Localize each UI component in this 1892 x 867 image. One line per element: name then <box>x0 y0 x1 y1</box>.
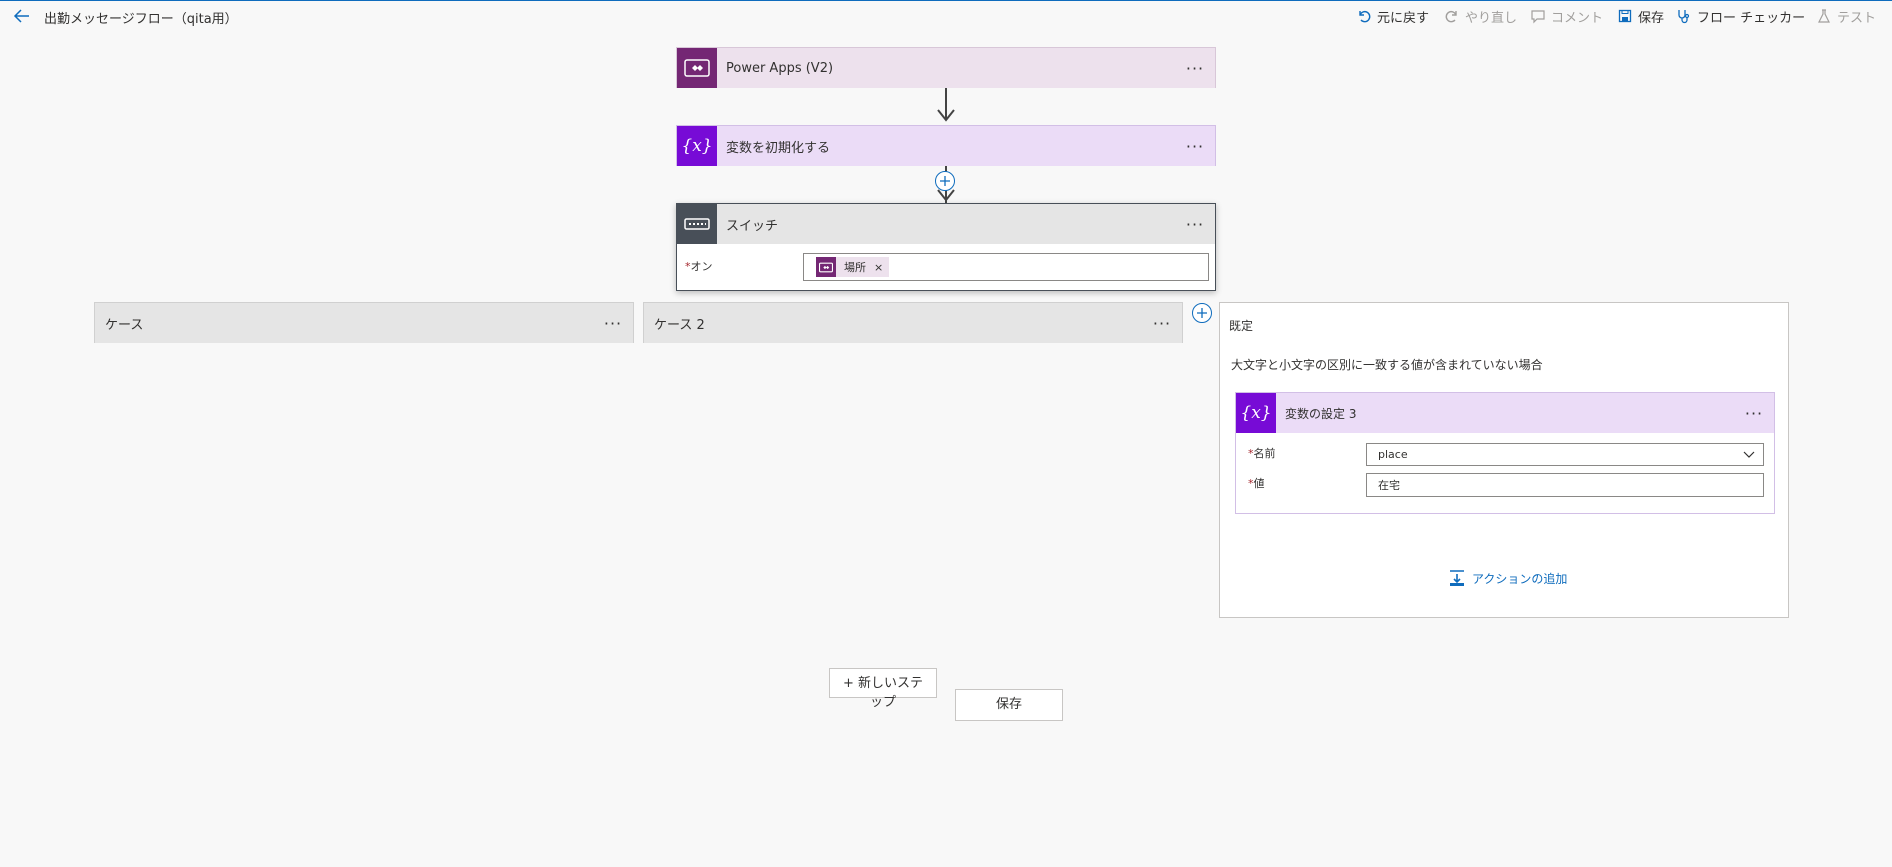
powerapps-icon <box>816 257 836 277</box>
redo-icon <box>1445 10 1457 23</box>
flow-checker-button[interactable]: フロー チェッカー <box>1676 7 1806 26</box>
stethoscope-icon <box>1678 10 1690 24</box>
flow-checker-label: フロー チェッカー <box>1697 10 1806 26</box>
redo-label: やり直し <box>1465 10 1518 26</box>
case-2-more-button[interactable]: ··· <box>1142 314 1182 333</box>
set-variable-card[interactable]: {x} 変数の設定 3 ··· *名前 place *値 在宅 <box>1235 392 1775 514</box>
footer-save-label: 保存 <box>995 697 1022 712</box>
case-card[interactable]: ケース ··· <box>94 302 634 343</box>
switch-card[interactable]: スイッチ ··· *オン 場所 × <box>676 203 1216 291</box>
powerapps-icon <box>677 48 717 88</box>
trigger-card[interactable]: Power Apps (V2) ··· <box>676 47 1216 88</box>
arrow-down-icon <box>937 189 955 202</box>
test-label: テスト <box>1837 10 1877 26</box>
flow-title: 出勤メッセージフロー（qita用） <box>44 12 238 27</box>
save-button[interactable]: 保存 <box>1617 7 1665 26</box>
comment-label: コメント <box>1551 10 1604 26</box>
footer-save-button[interactable]: 保存 <box>955 689 1063 721</box>
default-case-description: 大文字と小文字の区別に一致する値が含まれていない場合 <box>1231 358 1543 372</box>
undo-button[interactable]: 元に戻す <box>1356 7 1430 26</box>
value-input[interactable]: 在宅 <box>1366 473 1764 497</box>
value-field-label: *値 <box>1248 477 1265 490</box>
case-card-header[interactable]: ケース ··· <box>95 303 633 343</box>
init-variable-card[interactable]: {x} 変数を初期化する ··· <box>676 125 1216 166</box>
new-step-button[interactable]: + 新しいステップ <box>829 668 937 710</box>
add-action-label: アクションの追加 <box>1472 571 1568 586</box>
flask-icon <box>1818 9 1830 23</box>
switch-icon <box>677 204 717 244</box>
trigger-card-header[interactable]: Power Apps (V2) ··· <box>677 48 1215 88</box>
test-button[interactable]: テスト <box>1816 7 1877 26</box>
switch-more-button[interactable]: ··· <box>1175 215 1215 234</box>
case-title: ケース <box>105 317 144 333</box>
trigger-title: Power Apps (V2) <box>726 60 834 76</box>
case-2-title: ケース 2 <box>654 317 705 333</box>
plus-icon <box>1197 308 1207 318</box>
variable-icon: {x} <box>1236 393 1276 433</box>
init-variable-title: 変数を初期化する <box>726 140 831 156</box>
add-case-button[interactable] <box>1192 303 1212 323</box>
chevron-down-icon <box>1743 451 1755 458</box>
undo-icon <box>1359 10 1371 23</box>
default-case-container: 既定 大文字と小文字の区別に一致する値が含まれていない場合 {x} 変数の設定 … <box>1219 302 1789 618</box>
name-field-label: *名前 <box>1248 447 1276 460</box>
save-label: 保存 <box>1638 10 1665 26</box>
case-2-card-header[interactable]: ケース 2 ··· <box>644 303 1182 343</box>
new-step-label: + 新しいステップ <box>842 676 924 710</box>
save-icon <box>1618 9 1632 23</box>
default-case-title: 既定 <box>1229 319 1254 333</box>
init-variable-card-header[interactable]: {x} 変数を初期化する ··· <box>677 126 1215 166</box>
set-variable-title: 変数の設定 3 <box>1285 406 1357 421</box>
set-variable-card-header[interactable]: {x} 変数の設定 3 ··· <box>1236 393 1774 433</box>
name-dropdown-value: place <box>1378 448 1408 461</box>
add-action-icon <box>1450 570 1464 586</box>
init-variable-more-button[interactable]: ··· <box>1175 137 1215 156</box>
top-command-bar: 出勤メッセージフロー（qita用） 元に戻す やり直し コメント 保存 フロー … <box>0 0 1892 30</box>
switch-on-input[interactable]: 場所 × <box>803 253 1209 281</box>
trigger-more-button[interactable]: ··· <box>1175 59 1215 78</box>
switch-on-label: *オン <box>685 260 713 273</box>
switch-title: スイッチ <box>726 218 779 234</box>
case-more-button[interactable]: ··· <box>593 314 633 333</box>
plus-icon <box>940 176 950 186</box>
token-remove-button[interactable]: × <box>874 261 883 274</box>
arrow-down-icon <box>937 109 955 122</box>
switch-card-header[interactable]: スイッチ ··· <box>677 204 1215 244</box>
value-input-text: 在宅 <box>1378 479 1400 492</box>
undo-label: 元に戻す <box>1377 10 1430 26</box>
token-label: 場所 <box>844 261 866 274</box>
variable-icon: {x} <box>677 126 717 166</box>
name-dropdown[interactable]: place <box>1366 443 1764 466</box>
set-variable-more-button[interactable]: ··· <box>1734 404 1774 423</box>
redo-button[interactable]: やり直し <box>1444 7 1518 26</box>
comment-button[interactable]: コメント <box>1530 7 1604 26</box>
dynamic-content-token[interactable]: 場所 × <box>816 257 890 277</box>
add-action-button[interactable]: アクションの追加 <box>1448 569 1567 587</box>
comment-icon <box>1531 10 1545 24</box>
case-2-card[interactable]: ケース 2 ··· <box>643 302 1183 343</box>
back-arrow-icon[interactable] <box>12 7 32 25</box>
